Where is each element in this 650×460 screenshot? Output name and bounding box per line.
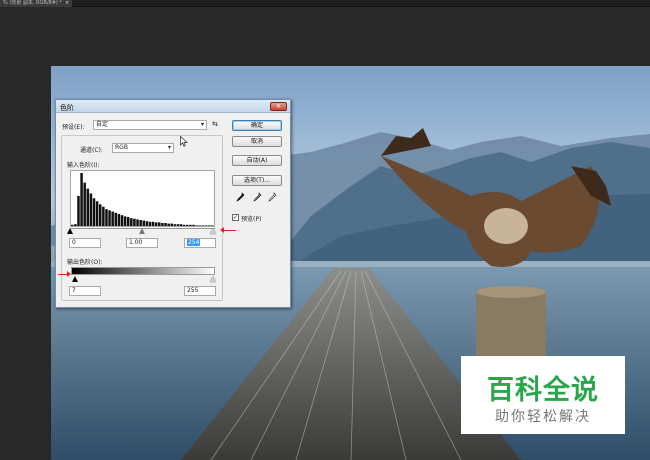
histogram-bar — [117, 213, 121, 226]
document-tab[interactable]: % (背景 副本, RGB/8#) * × — [0, 0, 73, 7]
dialog-titlebar[interactable]: 色阶 ✕ — [56, 100, 290, 113]
preset-dropdown[interactable]: 自定 — [93, 120, 207, 130]
preview-label: 预览(P) — [241, 216, 262, 223]
histogram-bar — [71, 224, 74, 226]
histogram-bar — [77, 195, 80, 226]
histogram-bar — [98, 204, 102, 226]
histogram-bar — [158, 222, 161, 226]
input-white-field[interactable]: 254 — [184, 238, 216, 248]
histogram — [70, 170, 215, 227]
histogram-bar — [161, 222, 164, 226]
input-levels-label: 输入色阶(I): — [67, 162, 100, 169]
preset-value: 自定 — [96, 121, 109, 128]
output-levels-label: 输出色阶(O): — [67, 259, 103, 266]
histogram-bar — [123, 216, 127, 226]
histogram-bar — [83, 182, 86, 226]
histogram-bar — [139, 219, 142, 226]
histogram-bar — [204, 225, 208, 226]
histogram-bar — [151, 221, 155, 226]
histogram-bar — [142, 220, 146, 226]
input-gamma-handle[interactable] — [139, 228, 145, 234]
histogram-bar — [192, 224, 195, 226]
input-black-value: 0 — [72, 239, 76, 246]
histogram-bar — [95, 201, 99, 226]
watermark-title: 百科全说 — [487, 375, 599, 406]
histogram-bar — [92, 198, 96, 226]
mouse-cursor-icon — [180, 136, 188, 147]
histogram-bar — [111, 211, 114, 226]
histogram-bar — [148, 221, 152, 226]
histogram-bar — [179, 224, 183, 226]
output-black-value: 7 — [72, 287, 76, 294]
histogram-bar — [176, 224, 180, 226]
dialog-title: 色阶 — [60, 104, 74, 112]
white-eyedropper-icon[interactable] — [268, 192, 277, 204]
ok-button[interactable]: 确定 — [232, 120, 282, 131]
histogram-chart — [71, 173, 214, 227]
histogram-bar — [201, 225, 205, 226]
histogram-bar — [154, 222, 158, 226]
input-white-value: 254 — [187, 239, 201, 246]
input-black-field[interactable]: 0 — [69, 238, 101, 248]
annotation-arrow-input-white — [220, 227, 236, 233]
histogram-bar — [120, 215, 124, 226]
histogram-bar — [182, 224, 186, 226]
histogram-bar — [114, 212, 118, 226]
histogram-bar — [130, 218, 133, 226]
histogram-bar — [173, 224, 177, 226]
output-black-handle[interactable] — [72, 276, 78, 282]
histogram-bar — [108, 210, 111, 226]
channel-dropdown[interactable]: RGB — [112, 143, 174, 153]
histogram-bar — [86, 188, 90, 226]
histogram-bar — [105, 209, 108, 226]
output-white-handle[interactable] — [210, 276, 216, 282]
preset-options-icon[interactable]: ⇆ — [212, 120, 218, 128]
channel-value: RGB — [115, 144, 128, 151]
output-black-field[interactable]: 7 — [69, 286, 101, 296]
histogram-bar — [186, 224, 189, 226]
histogram-bar — [136, 219, 139, 227]
histogram-bar — [210, 225, 214, 226]
histogram-bar — [198, 225, 201, 226]
cancel-button[interactable]: 取消 — [232, 136, 282, 147]
histogram-bar — [164, 222, 167, 226]
channel-label: 通道(C): — [80, 147, 103, 154]
histogram-bar — [89, 193, 93, 226]
output-gradient-bar — [71, 267, 215, 275]
histogram-bar — [145, 221, 149, 226]
watermark-subtitle: 助你轻松解决 — [495, 409, 591, 425]
histogram-bar — [189, 224, 192, 226]
histogram-bar — [207, 225, 211, 226]
input-gamma-field[interactable]: 1.00 — [126, 238, 158, 248]
histogram-bar — [80, 173, 83, 226]
gray-eyedropper-icon[interactable] — [253, 192, 262, 204]
document-tab-label: % (背景 副本, RGB/8#) * — [3, 0, 62, 6]
histogram-bar — [126, 216, 130, 226]
input-white-handle[interactable] — [210, 228, 216, 234]
histogram-bar — [167, 223, 170, 226]
input-gamma-value: 1.00 — [129, 239, 143, 246]
histogram-bar — [102, 206, 105, 226]
preview-checkbox[interactable]: ✓ — [232, 214, 239, 221]
document-tab-strip: % (背景 副本, RGB/8#) * × — [0, 0, 650, 7]
histogram-bar — [133, 218, 136, 226]
tab-close-icon[interactable]: × — [65, 0, 69, 7]
histogram-bar — [195, 225, 198, 226]
input-black-handle[interactable] — [67, 228, 73, 234]
output-white-field[interactable]: 255 — [184, 286, 216, 296]
histogram-bar — [74, 224, 77, 226]
annotation-arrow-output — [58, 271, 71, 277]
dialog-close-button[interactable]: ✕ — [270, 102, 287, 111]
black-eyedropper-icon[interactable] — [236, 192, 245, 204]
auto-button[interactable]: 自动(A) — [232, 155, 282, 166]
options-button[interactable]: 选项(T)... — [232, 175, 282, 186]
histogram-bar — [170, 223, 173, 226]
output-white-value: 255 — [187, 287, 199, 294]
preset-label: 预设(E): — [62, 124, 85, 131]
watermark-logo: 百科全说 助你轻松解决 — [461, 356, 625, 434]
